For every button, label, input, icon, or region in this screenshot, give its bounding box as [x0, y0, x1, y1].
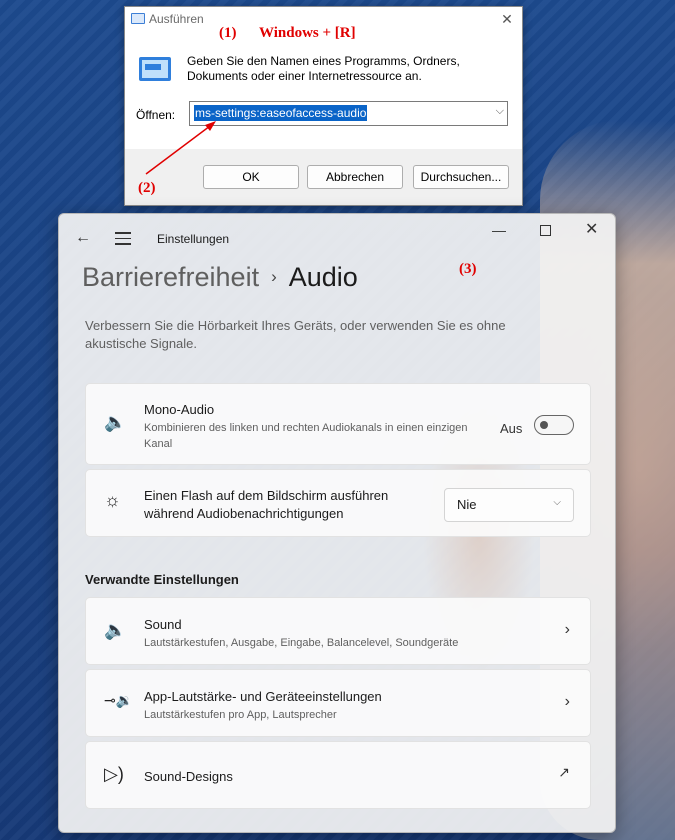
- related-item-title: App-Lautstärke- und Geräteeinstellungen: [144, 689, 382, 704]
- breadcrumb: Barrierefreiheit › Audio: [82, 262, 358, 293]
- settings-titlebar: ← Einstellungen — ✕: [59, 214, 615, 262]
- related-item-description: Lautstärkestufen pro App, Lautsprecher: [144, 709, 337, 721]
- breadcrumb-parent[interactable]: Barrierefreiheit: [82, 262, 259, 292]
- external-link-icon: ↗: [558, 764, 570, 780]
- flash-card: ☼ Einen Flash auf dem Bildschirm ausführ…: [85, 469, 591, 537]
- volume-mixer-icon: ⊸🔉: [104, 692, 134, 708]
- chevron-down-icon: ⌵: [553, 497, 561, 508]
- related-item-sound-designs[interactable]: ▷) Sound-Designs ↗: [85, 741, 591, 809]
- chevron-right-icon: ›: [271, 267, 277, 286]
- maximize-icon[interactable]: [540, 225, 551, 236]
- speaker-icon: 🔈: [104, 620, 127, 640]
- mono-audio-card: 🔈 Mono-Audio Kombinieren des linken und …: [85, 383, 591, 465]
- chevron-right-icon: ›: [564, 693, 570, 710]
- mono-audio-toggle[interactable]: [534, 415, 574, 435]
- related-settings-heading: Verwandte Einstellungen: [85, 572, 239, 587]
- mono-audio-title: Mono-Audio: [144, 402, 215, 417]
- flash-select[interactable]: Nie ⌵: [444, 488, 574, 522]
- mono-audio-toggle-label: Aus: [500, 421, 523, 436]
- minimize-icon[interactable]: —: [492, 222, 506, 238]
- page-title: Audio: [288, 262, 358, 292]
- related-item-description: Lautstärkestufen, Ausgabe, Eingabe, Bala…: [144, 637, 459, 649]
- related-item-title: Sound: [144, 617, 182, 632]
- page-description: Verbessern Sie die Hörbarkeit Ihres Gerä…: [85, 318, 506, 351]
- related-item-sound[interactable]: 🔈 Sound Lautstärkestufen, Ausgabe, Einga…: [85, 597, 591, 665]
- flash-select-value: Nie: [457, 497, 477, 512]
- chevron-right-icon: ›: [564, 621, 570, 638]
- settings-app-title: Einstellungen: [157, 232, 230, 246]
- speaker-icon: 🔈: [104, 412, 127, 432]
- related-item-app-volume[interactable]: ⊸🔉 App-Lautstärke- und Geräteeinstellung…: [85, 669, 591, 737]
- related-item-title: Sound-Designs: [144, 769, 233, 784]
- settings-window: ← Einstellungen — ✕ Barrierefreiheit › Aud…: [58, 213, 616, 833]
- mono-audio-description: Kombinieren des linken und rechten Audio…: [144, 422, 468, 450]
- flash-title: Einen Flash auf dem Bildschirm ausführen…: [144, 488, 389, 521]
- hamburger-menu-icon[interactable]: [115, 232, 131, 249]
- flash-icon: ☼: [104, 490, 121, 510]
- annotation-step3: (3): [459, 261, 477, 277]
- sound-designs-icon: ▷): [104, 764, 124, 784]
- close-icon[interactable]: ✕: [585, 219, 598, 239]
- back-arrow-icon[interactable]: ←: [75, 229, 91, 247]
